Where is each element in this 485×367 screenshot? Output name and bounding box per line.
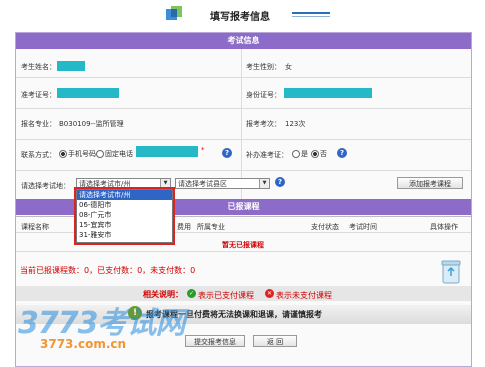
chevron-down-icon[interactable]: ▼ bbox=[259, 179, 269, 188]
column-header-major: 所属专业 bbox=[197, 223, 225, 231]
column-header-pay-status: 支付状态 bbox=[311, 223, 339, 231]
makeup-label: 补办准考证： bbox=[246, 151, 288, 159]
recycle-bin-icon[interactable] bbox=[440, 258, 462, 284]
page-title: 填写报考信息 bbox=[210, 12, 270, 23]
row-divider bbox=[16, 139, 471, 140]
dropdown-option[interactable]: 08-广元市 bbox=[77, 210, 172, 220]
gender-label: 考生性别： bbox=[246, 63, 281, 71]
required-asterisk: * bbox=[201, 146, 205, 154]
contact-mobile-label: 手机号码 bbox=[68, 150, 96, 158]
chevron-down-icon[interactable]: ▼ bbox=[160, 179, 170, 188]
city-select[interactable]: 请选择考试市/州 ▼ bbox=[76, 178, 171, 189]
legend-paid-text: 表示已支付课程 bbox=[198, 291, 254, 300]
title-underline bbox=[292, 12, 330, 14]
gender-value: 女 bbox=[285, 63, 292, 71]
city-dropdown-list[interactable]: 请选择考试市/州 06-德阳市 08-广元市 15-宜宾市 31-雅安市 bbox=[76, 189, 173, 243]
makeup-help-icon[interactable]: ? bbox=[337, 148, 347, 158]
session-label: 报考考次： bbox=[246, 120, 281, 128]
legend-unpaid-text: 表示未支付课程 bbox=[276, 291, 332, 300]
contact-value-redacted[interactable] bbox=[136, 146, 198, 157]
empty-table-text: 暂无已报课程 bbox=[222, 241, 264, 249]
ticket-value-redacted bbox=[57, 88, 119, 98]
course-summary: 当前已报课程数：0，已支付数：0，未支付数：0 bbox=[20, 266, 196, 275]
makeup-no-radio[interactable] bbox=[311, 150, 319, 158]
row-divider bbox=[16, 108, 471, 109]
session-value: 123次 bbox=[285, 120, 306, 128]
contact-mobile-radio[interactable] bbox=[59, 150, 67, 158]
contact-landline-label: 固定电话 bbox=[105, 150, 133, 158]
add-course-button[interactable]: 添加报考课程 bbox=[397, 177, 463, 189]
city-select-value: 请选择考试市/州 bbox=[79, 180, 131, 188]
dropdown-option[interactable]: 06-德阳市 bbox=[77, 200, 172, 210]
contact-mobile-option[interactable]: 手机号码 bbox=[59, 149, 96, 159]
row-divider bbox=[16, 251, 471, 252]
header-logo-icon bbox=[165, 5, 183, 23]
column-header-exam-time: 考试时间 bbox=[349, 223, 377, 231]
ticket-label: 准考证号： bbox=[21, 91, 56, 99]
county-select-value: 请选择考试县区 bbox=[178, 180, 227, 188]
id-label: 身份证号： bbox=[246, 91, 281, 99]
region-label: 请选择考试地： bbox=[21, 182, 70, 190]
major-label: 报名专业： bbox=[21, 120, 56, 128]
exam-info-header: 考试信息 bbox=[16, 33, 471, 49]
paid-check-icon: ✓ bbox=[187, 289, 196, 298]
row-divider bbox=[16, 77, 471, 78]
makeup-yes-label: 是 bbox=[301, 150, 308, 158]
contact-landline-option[interactable]: 固定电话 bbox=[96, 149, 133, 159]
column-header-course: 课程名称 bbox=[21, 223, 49, 231]
major-value: B030109--监所管理 bbox=[59, 120, 124, 128]
column-divider bbox=[241, 49, 242, 199]
watermark-logo: 3773考试网 bbox=[18, 306, 185, 341]
region-help-icon[interactable]: ? bbox=[275, 177, 285, 187]
county-select[interactable]: 请选择考试县区 ▼ bbox=[175, 178, 270, 189]
dropdown-option[interactable]: 15-宜宾市 bbox=[77, 220, 172, 230]
makeup-yes-option[interactable]: 是 bbox=[292, 149, 308, 159]
row-divider bbox=[16, 170, 471, 171]
makeup-no-option[interactable]: 否 bbox=[311, 149, 327, 159]
dropdown-option[interactable]: 请选择考试市/州 bbox=[77, 190, 172, 200]
contact-help-icon[interactable]: ? bbox=[222, 148, 232, 158]
makeup-no-label: 否 bbox=[320, 150, 327, 158]
makeup-yes-radio[interactable] bbox=[292, 150, 300, 158]
contact-label: 联系方式： bbox=[21, 151, 56, 159]
name-value-redacted bbox=[57, 61, 85, 71]
submit-button[interactable]: 提交报考信息 bbox=[185, 335, 245, 347]
watermark-url: 3773.com.cn bbox=[40, 337, 127, 351]
name-label: 考生姓名： bbox=[21, 63, 56, 71]
back-button[interactable]: 返 回 bbox=[253, 335, 297, 347]
id-value-redacted bbox=[284, 88, 372, 98]
dropdown-option[interactable]: 31-雅安市 bbox=[77, 230, 172, 240]
title-underline-thin bbox=[292, 16, 330, 17]
column-header-actions: 具体操作 bbox=[430, 223, 458, 231]
contact-landline-radio[interactable] bbox=[96, 150, 104, 158]
unpaid-cross-icon: ✕ bbox=[265, 289, 274, 298]
column-header-fee: 费用 bbox=[177, 223, 191, 231]
